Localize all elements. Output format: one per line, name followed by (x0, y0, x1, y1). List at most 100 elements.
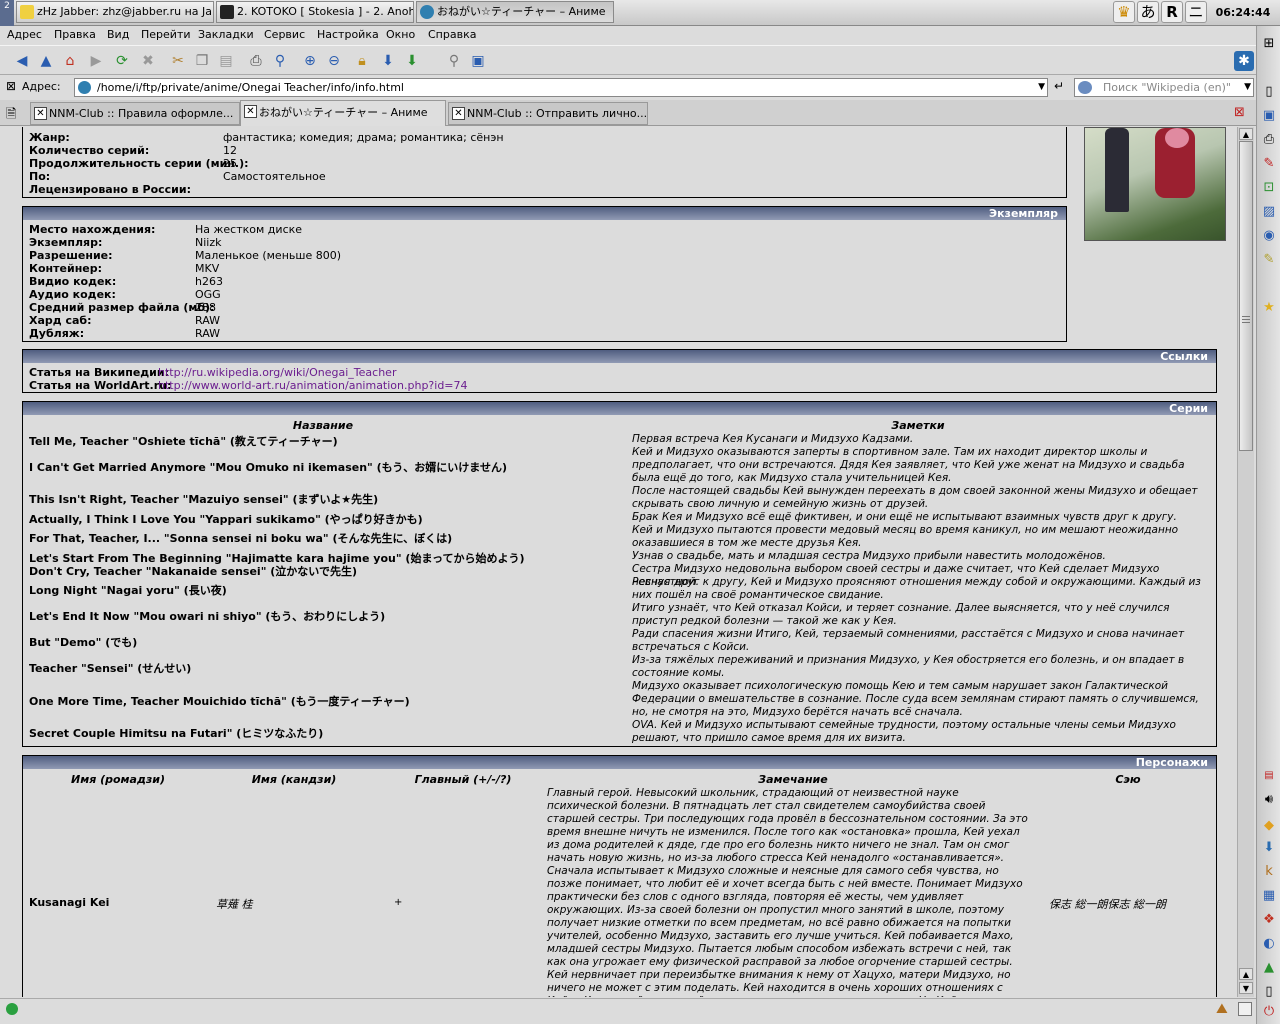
search-icon[interactable]: ⚲ (444, 51, 464, 71)
menu-window[interactable]: Окно (386, 28, 415, 42)
clear-address-icon[interactable]: ⊠ (6, 79, 16, 93)
search-input[interactable]: Поиск "Wikipedia (en)" ▼ (1074, 78, 1254, 97)
close-tab-icon[interactable]: ⊠ (1234, 105, 1245, 120)
info-value: 12 (223, 144, 237, 157)
zoom-out-icon[interactable]: ⊖ (324, 51, 344, 71)
desktop-pager[interactable]: 2 (0, 0, 14, 26)
copy-row: Видио кодек: h263 (29, 275, 223, 288)
scroll-up-icon[interactable]: ▲ (1239, 128, 1253, 140)
browser-icon[interactable]: ⊡ (1259, 178, 1279, 198)
episode-title: Don't Cry, Teacher "Nakanaide sensei" (泣… (29, 565, 357, 578)
network-icon[interactable]: ◐ (1259, 934, 1279, 954)
resize-grip-icon[interactable] (1238, 1002, 1252, 1016)
copy-value: OGG (195, 288, 221, 301)
print-icon[interactable]: ⎙ (246, 51, 266, 71)
security-lock-icon[interactable]: 🔒︎ (352, 51, 372, 71)
download-icon[interactable]: ⬇ (1259, 838, 1279, 858)
task-browser[interactable]: おねがい☆ティーチャー – Аниме (416, 1, 614, 23)
screen-icon[interactable]: ▣ (1259, 106, 1279, 126)
find-icon[interactable]: ⚲ (270, 51, 290, 71)
crown-icon[interactable]: ♛ (1113, 1, 1135, 23)
panel-menu-icon[interactable]: ⊞ (1259, 34, 1279, 54)
tools-icon[interactable]: ✎ (1259, 250, 1279, 270)
globe-icon[interactable]: ◉ (1259, 226, 1279, 246)
tab-nnm-rules[interactable]: ✕ NNM-Club :: Правила оформле... (30, 102, 240, 125)
copy-key: Дубляж: (29, 327, 85, 340)
extensions-icon[interactable]: ⬇ (402, 51, 422, 71)
copy-row: Разрешение: Маленькое (меньше 800) (29, 249, 341, 262)
download-icon[interactable]: ⬇ (378, 51, 398, 71)
clock[interactable]: 06:24:44 pm (1210, 0, 1276, 45)
menu-go[interactable]: Перейти (141, 28, 191, 42)
url-input[interactable]: /home/i/ftp/private/anime/Onegai Teacher… (74, 78, 1048, 97)
flag-us-icon[interactable]: ▤ (1259, 766, 1279, 786)
pencil-icon[interactable]: ✎ (1259, 154, 1279, 174)
column-header-name: Название (292, 419, 354, 432)
tab-label: NNM-Club :: Отправить лично... (467, 107, 648, 120)
back-icon[interactable]: ◀ (12, 51, 32, 71)
episode-title: For That, Teacher, I... "Sonna sensei ni… (29, 532, 453, 545)
up-icon[interactable]: ▲ (36, 51, 56, 71)
media-player-icon (220, 5, 234, 19)
wikipedia-link[interactable]: http://ru.wikipedia.org/wiki/Onegai_Teac… (158, 366, 396, 379)
chart-icon[interactable]: ▲ (1259, 958, 1279, 978)
chevron-down-icon[interactable]: ▼ (1038, 79, 1045, 96)
menu-help[interactable]: Справка (428, 28, 476, 42)
image-viewer-icon[interactable]: ▨ (1259, 202, 1279, 222)
reload-icon[interactable]: ⟳ (112, 51, 132, 71)
task-kotoko[interactable]: 2. KOTOKO [ Stokesia ] - 2. Anohi Nani (216, 1, 414, 23)
vertical-scrollbar[interactable]: ▲ ▲ ▼ (1237, 127, 1254, 997)
episode-title: Let's End It Now "Mou owari ni shiyo" (も… (29, 610, 386, 623)
menu-tools[interactable]: Сервис (264, 28, 305, 42)
episode-note: Из-за тяжёлых переживаний и признания Ми… (632, 654, 1185, 679)
logout-icon[interactable]: ⏻ (1259, 1002, 1279, 1022)
episode-note: Кей и Мидзухо пытаются провести медовый … (632, 524, 1179, 549)
scroll-up-icon[interactable]: ▲ (1239, 968, 1253, 980)
go-icon[interactable]: ↵ (1054, 79, 1064, 93)
clipboard-icon[interactable]: ◆ (1259, 816, 1279, 836)
scroll-down-icon[interactable]: ▼ (1239, 982, 1253, 994)
kana-mode-icon[interactable]: ニ (1185, 1, 1207, 23)
poster-image (1084, 127, 1226, 241)
copy-icon[interactable]: ❐ (192, 51, 212, 71)
links-box: Ссылки Статья на Википедии:http://ru.wik… (22, 349, 1217, 393)
kde-logo-icon[interactable]: ✱ (1234, 51, 1254, 71)
star-icon[interactable]: ★ (1259, 298, 1279, 318)
menu-settings[interactable]: Настройка (317, 28, 379, 42)
close-icon[interactable]: ✕ (244, 105, 257, 118)
episode-title: But "Demo" (でも) (29, 636, 138, 649)
lock-screen-icon[interactable]: ▯ (1259, 982, 1279, 1002)
speaker-icon[interactable]: 🔊︎ (1259, 790, 1279, 810)
page-content: Жанр: фантастика; комедия; драма; романти… (0, 127, 1237, 997)
close-icon[interactable]: ✕ (452, 107, 465, 120)
menu-bookmarks[interactable]: Закладки (198, 28, 254, 42)
menu-view[interactable]: Вид (107, 28, 129, 42)
apps-icon[interactable]: ❖ (1259, 910, 1279, 930)
printer-icon[interactable]: ⎙ (1259, 130, 1279, 150)
scrollbar-thumb[interactable] (1239, 141, 1253, 451)
menu-address[interactable]: Адрес (7, 28, 42, 42)
paste-icon[interactable]: ▤ (216, 51, 236, 71)
task-jabber[interactable]: zHz Jabber: zhz@jabber.ru на Jabber.ru (16, 1, 214, 23)
new-tab-icon[interactable]: 🗎︎ (6, 105, 16, 127)
info-value: фантастика; комедия; драма; романтика; с… (223, 131, 504, 144)
fullscreen-icon[interactable]: ▣ (468, 51, 488, 71)
close-icon[interactable]: ✕ (34, 107, 47, 120)
chevron-down-icon[interactable]: ▼ (1244, 79, 1251, 96)
zoom-in-icon[interactable]: ⊕ (300, 51, 320, 71)
device-icon[interactable]: ▯ (1259, 82, 1279, 102)
calendar-icon[interactable]: ▦ (1259, 886, 1279, 906)
stop-icon[interactable]: ✖ (138, 51, 158, 71)
menu-edit[interactable]: Правка (54, 28, 96, 42)
tab-anime[interactable]: ✕ おねがい☆ティーチャー – Аниме (240, 100, 446, 126)
klipper-icon[interactable]: k (1259, 862, 1279, 882)
forward-icon[interactable]: ▶ (86, 51, 106, 71)
worldart-link[interactable]: http://www.world-art.ru/animation/animat… (158, 379, 468, 392)
cut-icon[interactable]: ✂ (168, 51, 188, 71)
grip-line (1242, 316, 1250, 317)
plugin-icon[interactable]: ⛰ (1216, 1001, 1228, 1017)
input-method-icon[interactable]: あ (1137, 1, 1159, 23)
tab-nnm-message[interactable]: ✕ NNM-Club :: Отправить лично... (448, 102, 648, 125)
romaji-mode-icon[interactable]: R (1161, 1, 1183, 23)
home-icon[interactable]: ⌂ (60, 51, 80, 71)
